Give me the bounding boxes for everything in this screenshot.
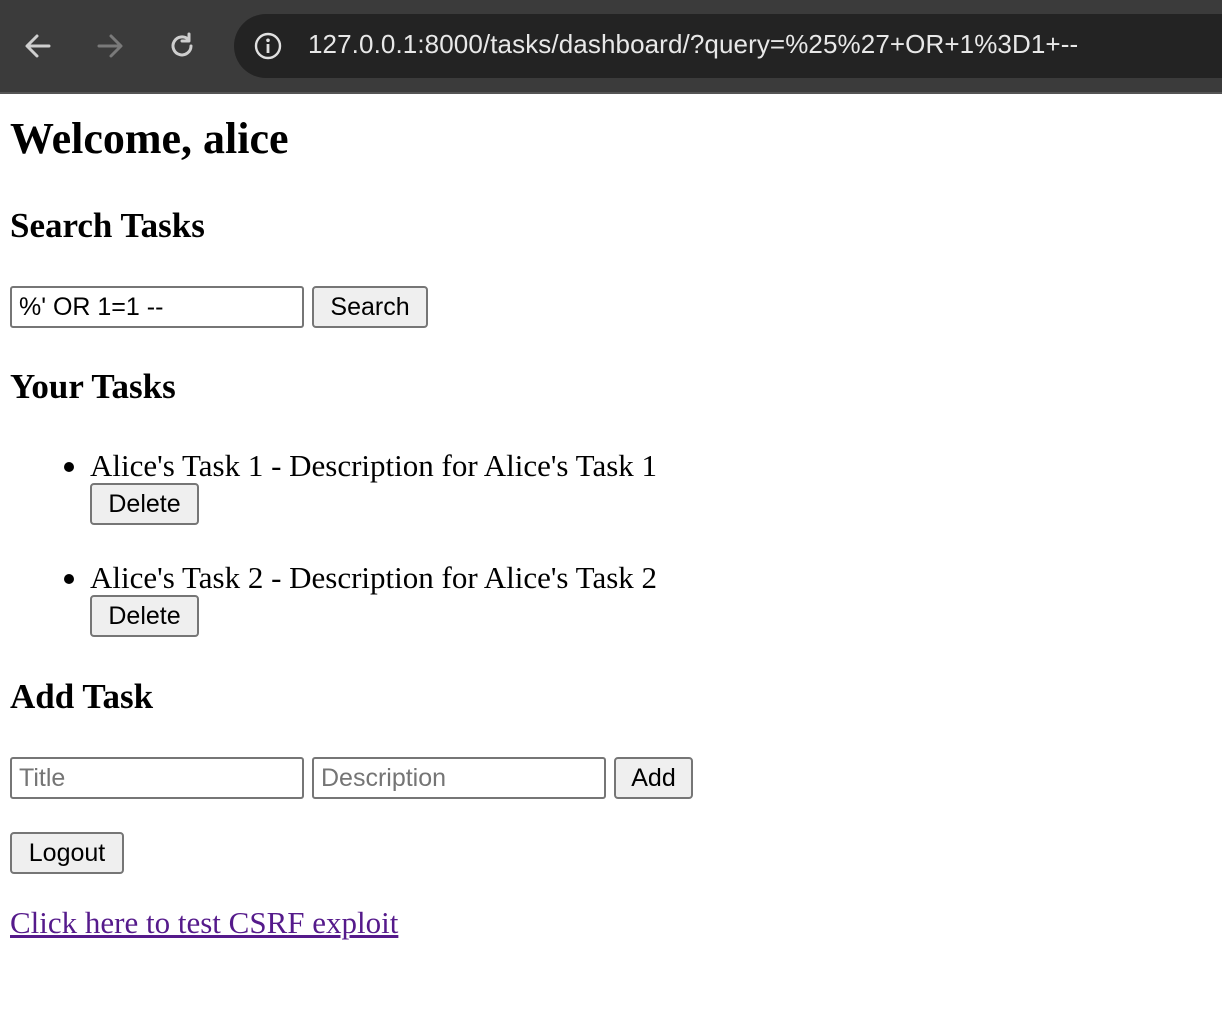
search-button[interactable]: Search xyxy=(312,286,428,328)
csrf-test-link[interactable]: Click here to test CSRF exploit xyxy=(10,905,398,941)
welcome-heading: Welcome, alice xyxy=(10,114,289,163)
browser-toolbar: 127.0.0.1:8000/tasks/dashboard/?query=%2… xyxy=(0,0,1222,92)
address-bar[interactable]: 127.0.0.1:8000/tasks/dashboard/?query=%2… xyxy=(234,14,1222,78)
delete-task-button[interactable]: Delete xyxy=(90,595,199,637)
bullet-icon xyxy=(64,574,74,584)
arrow-right-icon xyxy=(97,34,123,58)
reload-button[interactable] xyxy=(162,26,202,66)
task-text: Alice's Task 2 - Description for Alice's… xyxy=(90,560,658,595)
arrow-left-icon xyxy=(25,34,51,58)
back-button[interactable] xyxy=(18,26,58,66)
logout-button[interactable]: Logout xyxy=(10,832,124,874)
forward-button[interactable] xyxy=(90,26,130,66)
add-task-button[interactable]: Add xyxy=(614,757,693,799)
info-icon[interactable] xyxy=(254,32,282,60)
title-input[interactable] xyxy=(10,757,304,799)
add-task-heading: Add Task xyxy=(10,677,154,716)
description-input[interactable] xyxy=(312,757,606,799)
task-text: Alice's Task 1 - Description for Alice's… xyxy=(90,448,658,483)
delete-task-button[interactable]: Delete xyxy=(90,483,199,525)
your-tasks-heading: Your Tasks xyxy=(10,367,176,406)
bullet-icon xyxy=(64,462,74,472)
search-tasks-heading: Search Tasks xyxy=(10,206,205,245)
search-input[interactable] xyxy=(10,286,304,328)
reload-icon xyxy=(171,32,193,57)
url-text[interactable]: 127.0.0.1:8000/tasks/dashboard/?query=%2… xyxy=(308,29,1078,60)
toolbar-divider xyxy=(0,92,1222,94)
